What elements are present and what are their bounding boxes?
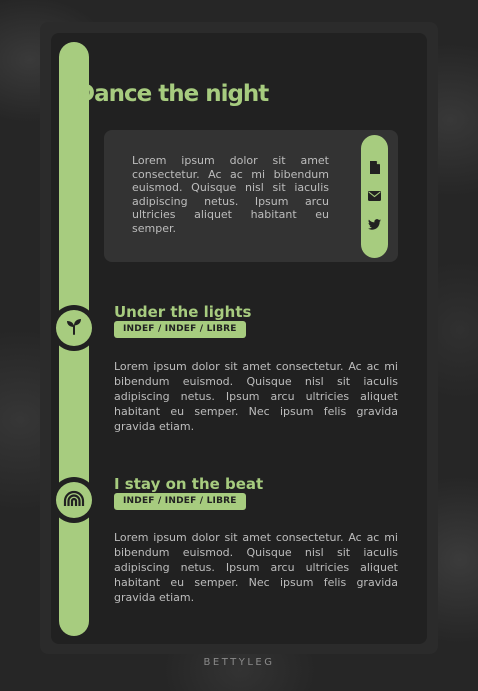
- rainbow-icon: [63, 490, 85, 510]
- timeline-node: [51, 477, 97, 523]
- twitter-icon: [368, 218, 381, 230]
- page-title: Dance the night: [76, 81, 269, 107]
- email-link[interactable]: [361, 186, 388, 206]
- envelope-icon: [368, 191, 381, 201]
- section-title: Under the lights: [114, 303, 252, 321]
- section-text: Lorem ipsum dolor sit amet consectetur. …: [114, 360, 398, 433]
- author-credit: BETTYLEG: [203, 657, 275, 668]
- intro-text: Lorem ipsum dolor sit amet consectetur. …: [132, 154, 329, 235]
- section-text: Lorem ipsum dolor sit amet consectetur. …: [114, 531, 398, 604]
- social-bar: [361, 135, 388, 258]
- document-icon: [369, 160, 380, 174]
- timeline-node: [51, 305, 97, 351]
- sprout-icon: [65, 317, 83, 339]
- twitter-link[interactable]: [361, 214, 388, 234]
- document-link[interactable]: [361, 157, 388, 177]
- section-title: I stay on the beat: [114, 475, 264, 493]
- section-tag: INDEF / INDEF / LIBRE: [114, 321, 246, 338]
- section-tag: INDEF / INDEF / LIBRE: [114, 493, 246, 510]
